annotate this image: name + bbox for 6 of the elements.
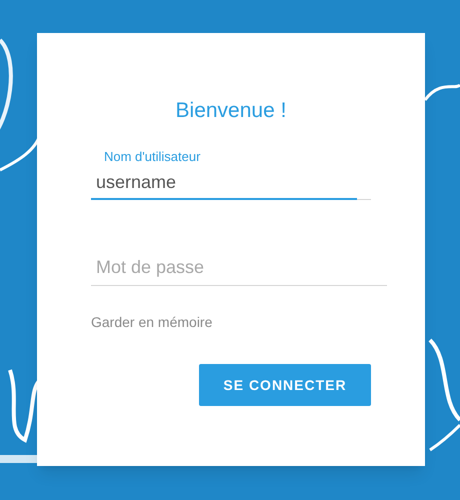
remember-label[interactable]: Garder en mémoire <box>91 312 371 333</box>
password-field[interactable]: Mot de passe <box>91 250 387 286</box>
username-label: Nom d'utilisateur <box>104 148 202 166</box>
welcome-title: Bienvenue ! <box>176 98 286 124</box>
username-field[interactable]: username <box>91 166 357 200</box>
login-button[interactable]: SE CONNECTER <box>199 364 371 406</box>
